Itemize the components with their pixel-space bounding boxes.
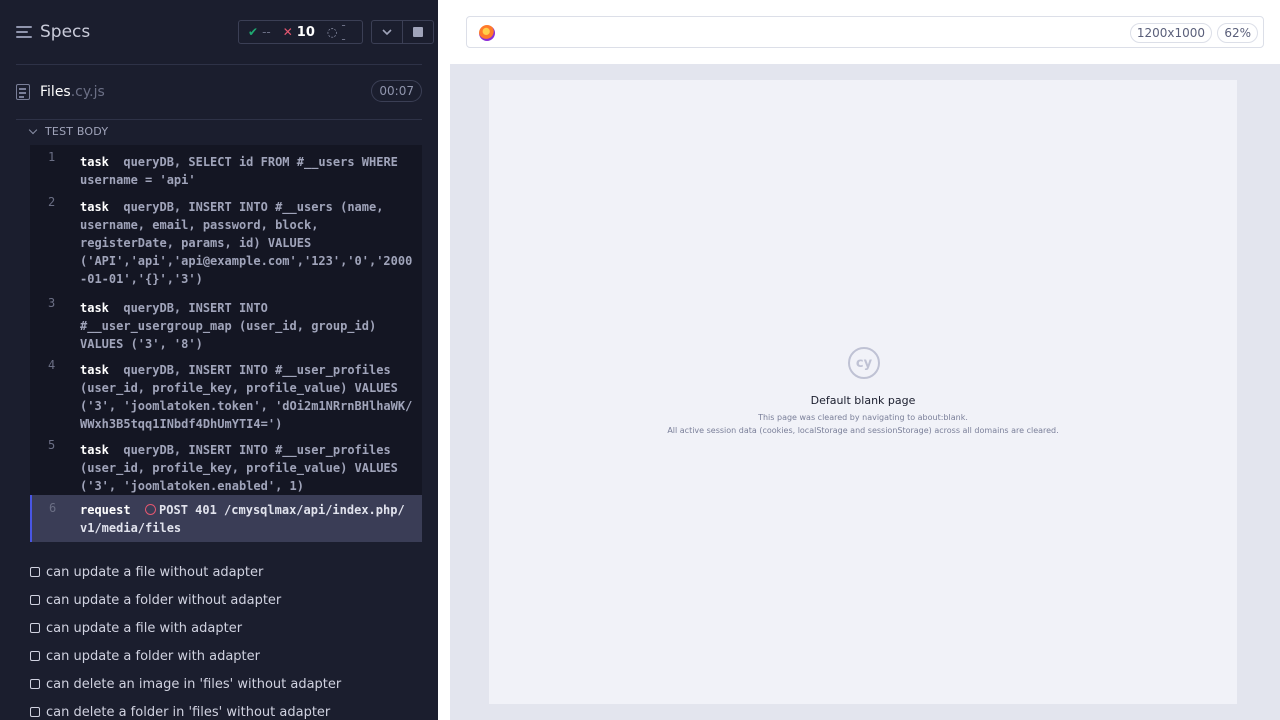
specs-list-icon bbox=[16, 25, 32, 39]
divider bbox=[16, 64, 422, 65]
specs-label: Specs bbox=[40, 22, 91, 42]
test-list: can update a file without adapter can up… bbox=[30, 558, 430, 720]
aut-viewport: cy Default blank page This page was clea… bbox=[450, 64, 1280, 720]
viewport-size-badge[interactable]: 1200x1000 bbox=[1129, 23, 1212, 43]
aut-iframe[interactable]: cy Default blank page This page was clea… bbox=[489, 80, 1237, 704]
test-item[interactable]: can delete an image in 'files' without a… bbox=[30, 670, 430, 698]
command-number: 6 bbox=[49, 501, 57, 515]
test-title: can update a file without adapter bbox=[46, 564, 264, 580]
command-message: queryDB, SELECT id FROM #__users WHERE u… bbox=[80, 155, 398, 187]
command-name: request bbox=[80, 503, 131, 517]
test-body-toggle[interactable]: TEST BODY bbox=[28, 125, 109, 138]
stop-button[interactable] bbox=[402, 21, 433, 43]
test-title: can update a folder with adapter bbox=[46, 648, 260, 664]
blank-page-description: This page was cleared by navigating to a… bbox=[758, 413, 968, 422]
test-title: can delete an image in 'files' without a… bbox=[46, 676, 342, 692]
pending-test-icon bbox=[30, 623, 40, 633]
command-number: 5 bbox=[48, 438, 56, 452]
test-body-label: TEST BODY bbox=[45, 125, 109, 138]
passed-count: -- bbox=[262, 25, 271, 39]
cypress-logo-icon: cy bbox=[848, 347, 880, 379]
reporter-header: Specs ✔ -- ✕ 10 ◌ -- bbox=[0, 0, 438, 64]
command-number: 1 bbox=[48, 150, 56, 164]
command-name: task bbox=[80, 443, 109, 457]
firefox-icon[interactable] bbox=[479, 25, 495, 41]
chevron-down-icon bbox=[28, 125, 38, 135]
passed-stat: ✔ -- bbox=[248, 25, 271, 39]
pending-count: -- bbox=[341, 18, 346, 46]
test-item[interactable]: can update a file with adapter bbox=[30, 614, 430, 642]
pending-test-icon bbox=[30, 679, 40, 689]
reporter-panel: Specs ✔ -- ✕ 10 ◌ -- Files .cy.js 00:07 … bbox=[0, 0, 438, 720]
run-controls bbox=[371, 20, 434, 44]
spec-header: Files .cy.js 00:07 bbox=[16, 80, 422, 104]
document-icon bbox=[16, 84, 30, 100]
test-item[interactable]: can delete a folder in 'files' without a… bbox=[30, 698, 430, 720]
command-name: task bbox=[80, 301, 109, 315]
active-command-row[interactable]: 6 request POST 401 /cmysqlmax/api/index.… bbox=[30, 495, 422, 542]
test-item[interactable]: can update a folder without adapter bbox=[30, 586, 430, 614]
command-number: 2 bbox=[48, 195, 56, 209]
x-icon: ✕ bbox=[282, 25, 293, 39]
pending-test-icon bbox=[30, 595, 40, 605]
command-message: queryDB, INSERT INTO #__users (name, use… bbox=[80, 200, 413, 286]
divider bbox=[16, 119, 422, 120]
pending-test-icon bbox=[30, 651, 40, 661]
check-icon: ✔ bbox=[248, 25, 259, 39]
blank-page-description: All active session data (cookies, localS… bbox=[667, 426, 1059, 435]
aut-header: 1200x1000 62% bbox=[450, 0, 1280, 64]
command-message: queryDB, INSERT INTO #__user_profiles (u… bbox=[80, 443, 398, 493]
pending-test-icon bbox=[30, 567, 40, 577]
failed-stat: ✕ 10 bbox=[283, 25, 315, 40]
spec-file-extension: .cy.js bbox=[70, 84, 105, 100]
command-log: 1 task queryDB, SELECT id FROM #__users … bbox=[30, 145, 422, 495]
logo-text: cy bbox=[855, 355, 873, 371]
test-stats: ✔ -- ✕ 10 ◌ -- bbox=[238, 18, 363, 46]
chevron-down-icon bbox=[382, 28, 392, 35]
loading-spinner-icon bbox=[145, 504, 157, 515]
pending-spinner-icon: ◌ bbox=[326, 25, 338, 39]
command-message: queryDB, INSERT INTO #__user_profiles (u… bbox=[80, 363, 413, 431]
pending-test-icon bbox=[30, 707, 40, 717]
specs-toggle-button[interactable]: Specs bbox=[16, 22, 90, 42]
spec-duration: 00:07 bbox=[371, 80, 422, 102]
test-title: can delete a folder in 'files' without a… bbox=[46, 704, 331, 720]
pending-stat: ◌ -- bbox=[327, 18, 350, 46]
blank-page-title: Default blank page bbox=[810, 394, 916, 407]
failed-count: 10 bbox=[296, 24, 315, 40]
panel-resize-handle[interactable] bbox=[438, 64, 450, 720]
command-number: 3 bbox=[48, 296, 56, 310]
command-number: 4 bbox=[48, 358, 56, 372]
test-item[interactable]: can update a file without adapter bbox=[30, 558, 430, 586]
command-message: queryDB, INSERT INTO #__user_usergroup_m… bbox=[80, 301, 377, 351]
test-title: can update a file with adapter bbox=[46, 620, 243, 636]
test-title: can update a folder without adapter bbox=[46, 592, 282, 608]
command-name: task bbox=[80, 363, 109, 377]
command-name: task bbox=[80, 200, 109, 214]
command-name: task bbox=[80, 155, 109, 169]
zoom-badge[interactable]: 62% bbox=[1217, 23, 1258, 43]
test-item[interactable]: can update a folder with adapter bbox=[30, 642, 430, 670]
url-bar[interactable]: 1200x1000 62% bbox=[466, 16, 1264, 48]
spec-file-name: Files bbox=[40, 84, 71, 100]
auto-scroll-button[interactable] bbox=[372, 21, 402, 43]
stop-icon bbox=[413, 27, 423, 37]
